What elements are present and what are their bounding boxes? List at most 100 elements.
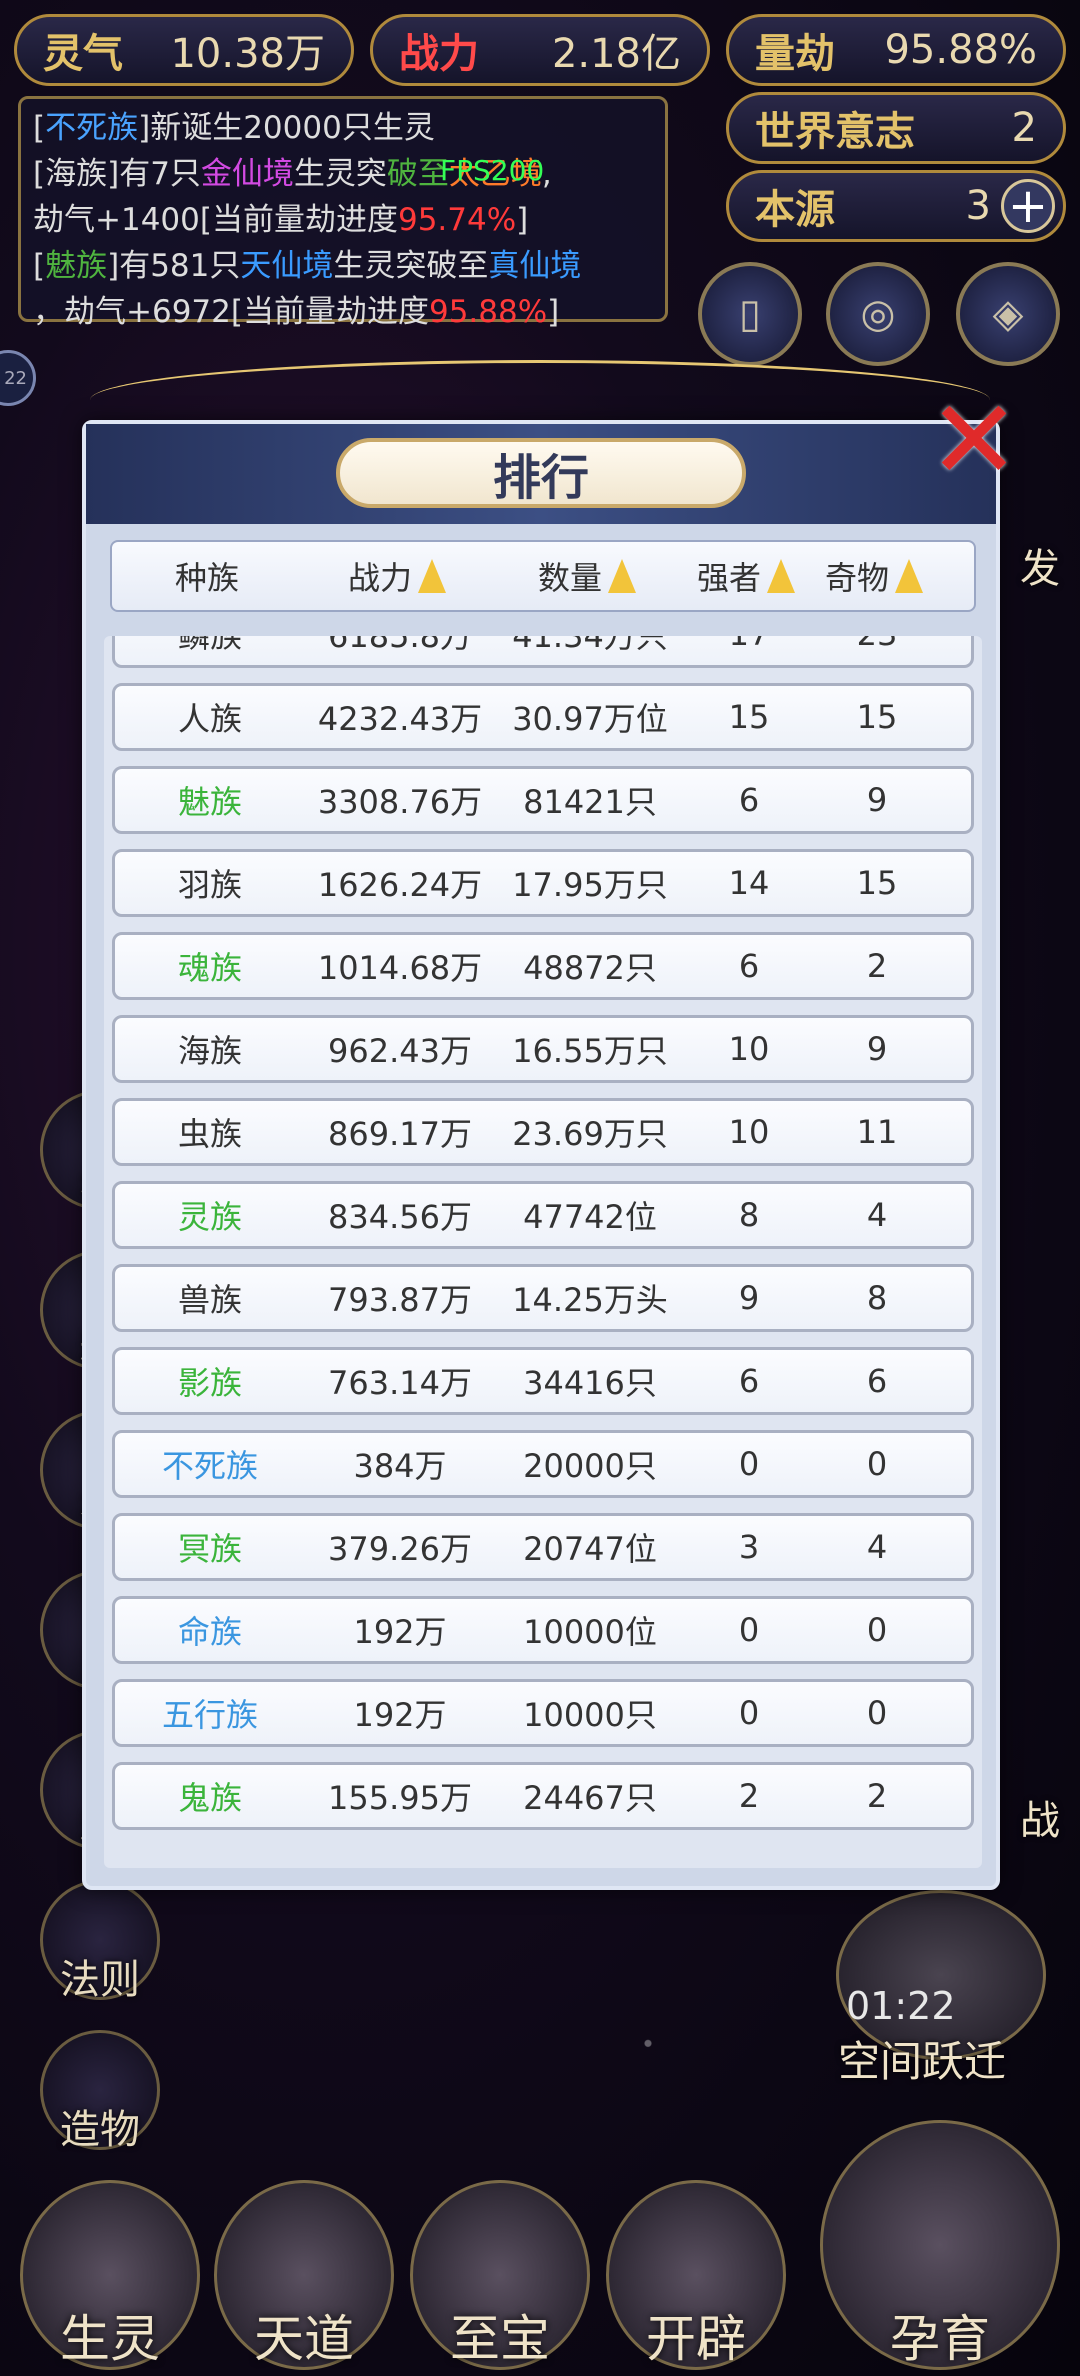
- count-cell: 41.34万只: [512, 636, 668, 655]
- header-treasure[interactable]: 奇物: [810, 553, 938, 599]
- count-cell: 20000只: [523, 1447, 657, 1485]
- table-row[interactable]: 命族 192万 10000位 0 0: [112, 1596, 974, 1664]
- sort-arrow-icon[interactable]: [767, 559, 795, 593]
- power-cell: 379.26万: [328, 1530, 472, 1568]
- count-cell: 14.25万头: [512, 1281, 668, 1319]
- log-line-1: [不死族]新诞生20000只生灵: [33, 110, 435, 146]
- bottom-zhibao-button[interactable]: 至宝: [410, 2180, 590, 2370]
- treasure-cell: 11: [856, 1113, 898, 1151]
- treasure-cell: 15: [856, 864, 898, 902]
- table-row[interactable]: 不死族 384万 20000只 0 0: [112, 1430, 974, 1498]
- sort-arrow-icon[interactable]: [608, 559, 636, 593]
- zhanli-resource[interactable]: 战力 2.18亿: [370, 14, 710, 86]
- race-cell: 鳞族: [177, 636, 242, 655]
- strong-cell: 9: [738, 1279, 760, 1317]
- treasure-cell: 23: [813, 636, 941, 653]
- strong-cell: 17: [685, 636, 813, 653]
- table-row[interactable]: 魂族 1014.68万 48872只 6 2: [112, 932, 974, 1000]
- benyuan-resource[interactable]: 本源 3 +: [726, 170, 1066, 242]
- power-cell: 192万: [353, 1613, 447, 1651]
- power-cell: 763.14万: [328, 1364, 472, 1402]
- table-row[interactable]: 羽族 1626.24万 17.95万只 14 15: [112, 849, 974, 917]
- right-label-fa[interactable]: 发: [1020, 536, 1060, 594]
- treasure-cell: 0: [866, 1611, 888, 1649]
- space-jump-timer: 01:22: [846, 1984, 956, 2028]
- table-row[interactable]: 鬼族 155.95万 24467只 2 2: [112, 1762, 974, 1830]
- strong-cell: 15: [728, 698, 770, 736]
- strong-cell: 0: [738, 1445, 760, 1483]
- sort-arrow-icon[interactable]: [418, 559, 446, 593]
- race-cell: 不死族: [161, 1447, 258, 1485]
- power-cell: 192万: [353, 1696, 447, 1734]
- race-cell: 海族: [177, 1032, 242, 1070]
- ranking-list[interactable]: 鳞族 6185.8万 41.34万只 1723 人族 4232.43万 30.97万位 15 1…: [104, 636, 982, 1868]
- count-cell: 17.95万只: [512, 866, 668, 904]
- header-count[interactable]: 数量: [492, 553, 682, 599]
- portal-icon[interactable]: ◎: [826, 262, 930, 366]
- count-cell: 16.55万只: [512, 1032, 668, 1070]
- treasure-cell: 15: [856, 698, 898, 736]
- treasure-cell: 2: [866, 1777, 888, 1815]
- right-label-zhan[interactable]: 战: [1020, 1788, 1060, 1846]
- strong-cell: 6: [738, 947, 760, 985]
- treasure-cell: 2: [866, 947, 888, 985]
- lingqi-resource[interactable]: 灵气 10.38万: [14, 14, 354, 86]
- log-line-5: ，劫气+6972[当前量劫进度95.88%]: [33, 294, 560, 330]
- treasure-cell: 6: [866, 1362, 888, 1400]
- creation-button[interactable]: 造物: [40, 2030, 160, 2153]
- table-row[interactable]: 兽族 793.87万 14.25万头 9 8: [112, 1264, 974, 1332]
- treasure-cell: 9: [866, 781, 888, 819]
- table-row[interactable]: 五行族 192万 10000只 0 0: [112, 1679, 974, 1747]
- strong-cell: 8: [738, 1196, 760, 1234]
- power-cell: 155.95万: [328, 1779, 472, 1817]
- law-button[interactable]: 法则: [40, 1880, 160, 2003]
- ranking-panel: 排行 ✕ 种族 战力 数量 强者 奇物 鳞族6185.8万41.34万只1723…: [82, 385, 1020, 1890]
- race-cell: 五行族: [161, 1696, 258, 1734]
- bottom-shengling-button[interactable]: 生灵: [20, 2180, 200, 2370]
- race-cell: 灵族: [177, 1198, 242, 1236]
- table-row[interactable]: 虫族 869.17万 23.69万只 10 11: [112, 1098, 974, 1166]
- header-power[interactable]: 战力: [302, 553, 492, 599]
- close-icon[interactable]: ✕: [924, 385, 1024, 495]
- header-race: 种族: [174, 559, 239, 597]
- table-row[interactable]: 灵族 834.56万 47742位 8 4: [112, 1181, 974, 1249]
- race-cell: 羽族: [177, 866, 242, 904]
- race-cell: 冥族: [177, 1530, 242, 1568]
- header-strong[interactable]: 强者: [682, 553, 810, 599]
- table-row[interactable]: 海族 962.43万 16.55万只 10 9: [112, 1015, 974, 1083]
- table-row[interactable]: 影族 763.14万 34416只 6 6: [112, 1347, 974, 1415]
- power-cell: 6185.8万: [328, 636, 472, 655]
- bottom-yunyu-button[interactable]: 孕育: [820, 2120, 1060, 2370]
- race-cell: 魅族: [177, 783, 242, 821]
- lingqi-value: 10.38万: [170, 31, 325, 77]
- race-cell: 人族: [177, 700, 242, 738]
- bottom-kaipi-button[interactable]: 开辟: [606, 2180, 786, 2370]
- table-row[interactable]: 魅族 3308.76万 81421只 6 9: [112, 766, 974, 834]
- zhanli-label: 战力: [399, 30, 479, 77]
- bottom-tiandao-button[interactable]: 天道: [214, 2180, 394, 2370]
- sort-arrow-icon[interactable]: [895, 559, 923, 593]
- shijie-resource[interactable]: 世界意志 2: [726, 92, 1066, 164]
- log-line-4: [魅族]有581只天仙境生灵突破至真仙境: [33, 248, 582, 284]
- treasure-cell: 8: [866, 1279, 888, 1317]
- add-benyuan-button[interactable]: +: [1001, 178, 1055, 234]
- liangjie-resource[interactable]: 量劫 95.88%: [726, 14, 1066, 86]
- table-row[interactable]: 冥族 379.26万 20747位 3 4: [112, 1513, 974, 1581]
- strong-cell: 14: [728, 864, 770, 902]
- strong-cell: 10: [728, 1030, 770, 1068]
- log-line-2: [海族]有7只金仙境生灵突破至太乙境,: [33, 156, 552, 192]
- lingqi-label: 灵气: [43, 30, 123, 77]
- card-icon[interactable]: ▯: [698, 262, 802, 366]
- scroll-icon[interactable]: ◈: [956, 262, 1060, 366]
- count-cell: 30.97万位: [512, 700, 668, 738]
- ranking-header-row: 种族 战力 数量 强者 奇物: [110, 540, 976, 612]
- count-cell: 47742位: [523, 1198, 657, 1236]
- benyuan-value: 3: [965, 183, 991, 229]
- table-row[interactable]: 人族 4232.43万 30.97万位 15 15: [112, 683, 974, 751]
- space-jump-label: 空间跃迁: [838, 2037, 1007, 2086]
- strong-cell: 10: [728, 1113, 770, 1151]
- table-row[interactable]: 鳞族 6185.8万 41.34万只 1723: [112, 636, 974, 668]
- power-cell: 4232.43万: [317, 700, 483, 738]
- strong-cell: 6: [738, 781, 760, 819]
- shijie-label: 世界意志: [755, 108, 915, 155]
